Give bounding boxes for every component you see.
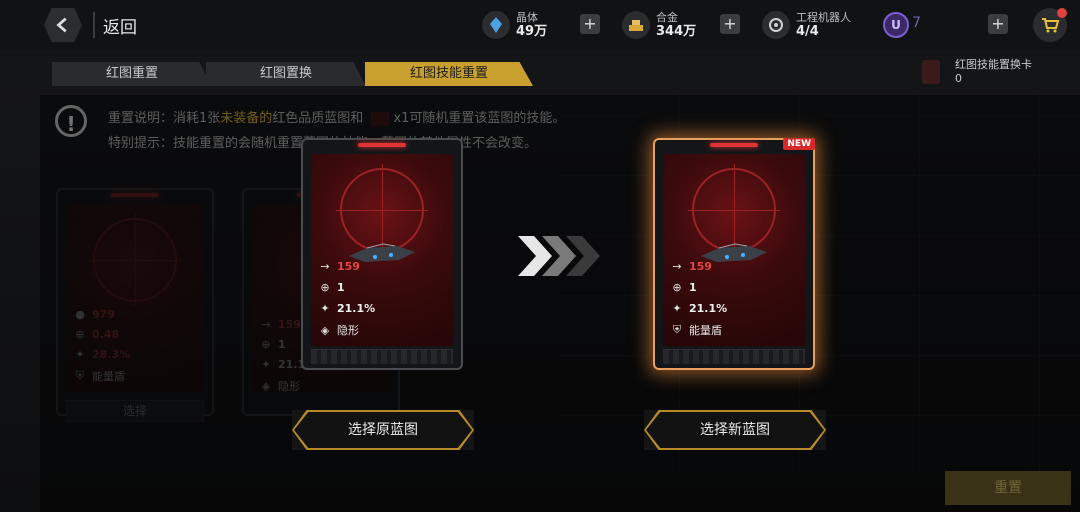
new-badge: NEW xyxy=(783,138,815,150)
back-label[interactable]: 返回 xyxy=(103,13,137,38)
resource-alloy: 合金 344万 xyxy=(622,8,696,42)
card-footer xyxy=(311,349,453,364)
info-text: x1可随机重置该蓝图的技能。 xyxy=(393,111,566,126)
arrow-right-icon: → xyxy=(320,259,330,273)
tab-red-skill-reset[interactable]: 红图技能重置 xyxy=(365,62,533,86)
robot-icon xyxy=(762,11,790,39)
skill-swap-card-name: 红图技能置换卡 xyxy=(955,58,1032,71)
u-currency-icon: U xyxy=(883,12,909,38)
resource-name: 工程机器人 xyxy=(796,11,851,24)
stat-value: 979 xyxy=(92,307,115,321)
button-label: 选择新蓝图 xyxy=(700,422,770,438)
shield-icon: ⛨ xyxy=(672,323,682,336)
resource-value: 49万 xyxy=(516,24,548,39)
stat-value: 1 xyxy=(278,337,286,351)
tab-red-reset[interactable]: 红图重置 xyxy=(52,62,212,86)
resource-crystal: 晶体 49万 xyxy=(482,8,547,42)
stat-value: 159 xyxy=(278,317,301,331)
arrow-right-icon: → xyxy=(261,317,271,331)
button-label: 选择原蓝图 xyxy=(348,422,418,438)
crystal-icon xyxy=(482,11,510,39)
card-footer xyxy=(663,349,805,364)
resource-robot: 工程机器人 4/4 xyxy=(762,8,851,42)
stat-value: 28.3% xyxy=(92,347,131,361)
info-highlight: 未装备的 xyxy=(220,111,273,126)
skill-swap-card-count: 0 xyxy=(955,72,962,85)
card-led xyxy=(358,143,406,147)
skill-name: 隐形 xyxy=(337,324,359,337)
add-crystal-button[interactable]: + xyxy=(580,14,600,34)
notification-dot xyxy=(1057,8,1067,18)
info-text: 重置说明：消耗1张 xyxy=(108,111,221,126)
crosshair-icon: ⊕ xyxy=(75,327,85,341)
stat-count: 1 xyxy=(689,280,697,294)
crosshair-icon: ⊕ xyxy=(320,280,330,294)
blueprint-card-list-item[interactable]: ● 979 ⊕ 0.48 ✦ 28.3% ⛨ 能量盾 选择 xyxy=(56,188,214,422)
arrow-right-icon: → xyxy=(672,259,682,273)
add-alloy-button[interactable]: + xyxy=(720,14,740,34)
original-blueprint-card[interactable]: → 159 ⊕ 1 ✦ 21.1% ◈ 隐形 xyxy=(301,138,463,370)
reset-button[interactable]: 重置 xyxy=(945,471,1071,505)
crosshair-icon: ⊕ xyxy=(672,280,682,294)
tab-red-swap[interactable]: 红图置换 xyxy=(206,62,366,86)
resource-name: 合金 xyxy=(656,11,678,24)
rocket-icon: ✦ xyxy=(75,347,85,361)
rocket-icon: ✦ xyxy=(261,357,271,371)
back-button[interactable] xyxy=(44,8,82,42)
crosshair-icon: ⊕ xyxy=(261,337,271,351)
card-led xyxy=(710,143,758,147)
stealth-icon: ◈ xyxy=(261,379,271,393)
card-led xyxy=(111,193,159,197)
info-line-1: 重置说明：消耗1张未装备的红色品质蓝图和 x1可随机重置该蓝图的技能。 xyxy=(108,107,565,126)
reticle-icon xyxy=(89,214,181,306)
skill-name: 能量盾 xyxy=(689,324,722,337)
resource-name: 晶体 xyxy=(516,11,538,24)
info-icon: ! xyxy=(55,105,87,137)
skill-name: 隐形 xyxy=(278,380,300,392)
info-text: 红色品质蓝图和 xyxy=(272,111,364,126)
stat-speed: 159 xyxy=(337,259,360,273)
chevron-left-icon xyxy=(56,17,67,33)
cluster-icon: ● xyxy=(75,307,85,321)
skill-swap-card-icon xyxy=(922,60,940,84)
stat-rate: 21.1% xyxy=(337,301,376,315)
shield-icon: ⛨ xyxy=(75,369,85,382)
select-new-button[interactable]: 选择新蓝图 xyxy=(644,410,826,450)
new-blueprint-card[interactable]: NEW → 159 ⊕ 1 ✦ 21.1% ⛨ 能量盾 xyxy=(653,138,815,370)
blueprint-mini-icon xyxy=(371,111,390,126)
select-button[interactable]: 选择 xyxy=(66,400,204,422)
stealth-icon: ◈ xyxy=(320,323,330,337)
skill-name: 能量盾 xyxy=(92,370,125,383)
select-original-button[interactable]: 选择原蓝图 xyxy=(292,410,474,450)
stat-value: 0.48 xyxy=(92,327,120,341)
stat-count: 1 xyxy=(337,280,345,294)
u-currency-value: 7 xyxy=(912,15,921,31)
resource-value: 344万 xyxy=(656,24,697,39)
arrow-forward-icon xyxy=(518,236,600,276)
rocket-icon: ✦ xyxy=(672,301,682,315)
stat-speed: 159 xyxy=(689,259,712,273)
alloy-icon xyxy=(622,11,650,39)
header-separator xyxy=(93,12,95,38)
stat-rate: 21.1% xyxy=(689,301,728,315)
rocket-icon: ✦ xyxy=(320,301,330,315)
resource-value: 4/4 xyxy=(796,24,819,39)
add-u-currency-button[interactable]: + xyxy=(988,14,1008,34)
